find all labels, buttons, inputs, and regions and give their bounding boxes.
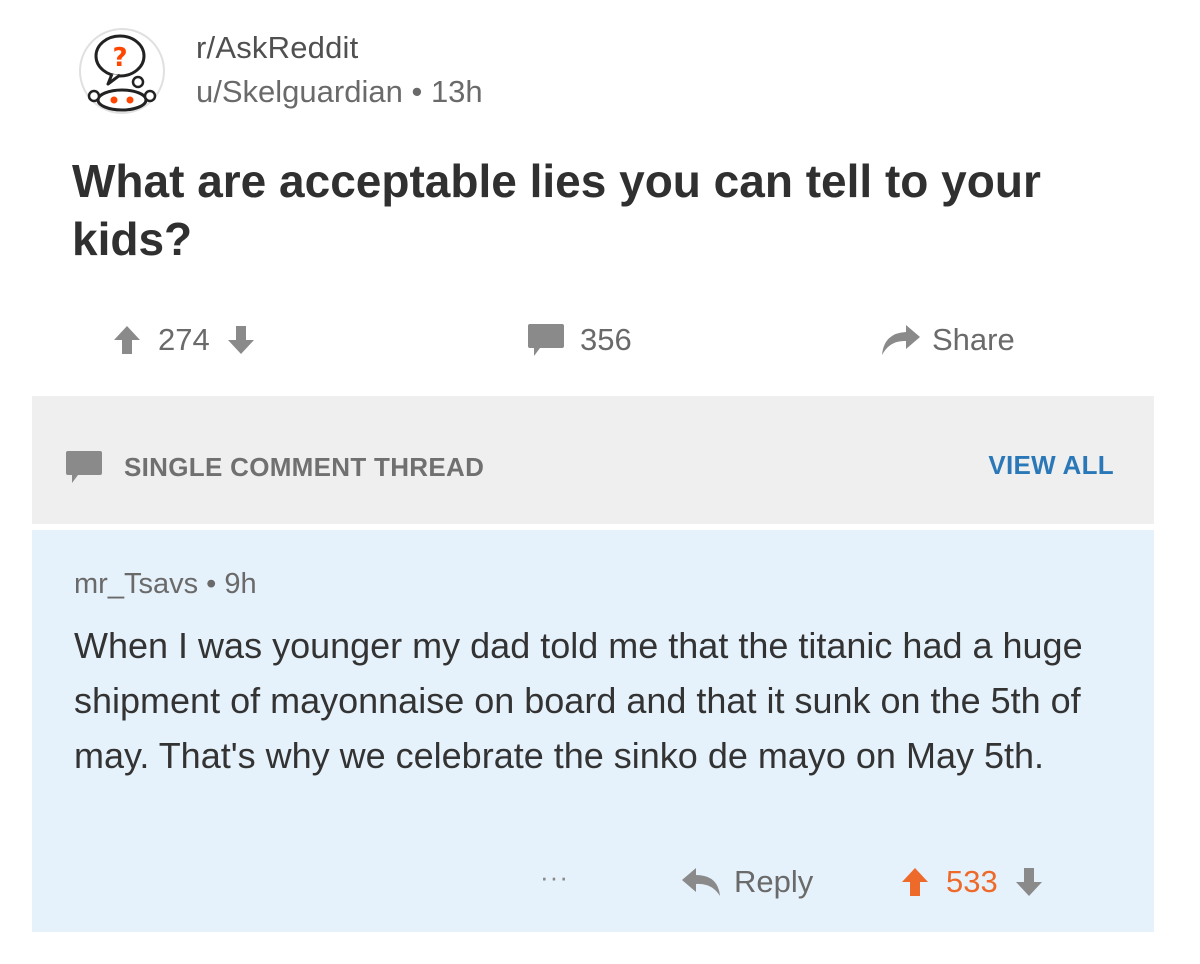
thread-label: SINGLE COMMENT THREAD (124, 451, 485, 482)
subreddit-name[interactable]: r/AskReddit (196, 30, 358, 66)
post-title[interactable]: What are acceptable lies you can tell to… (72, 152, 1132, 268)
comment-count: 356 (580, 322, 632, 357)
view-all-link[interactable]: VIEW ALL (988, 450, 1114, 481)
comment-author[interactable]: mr_Tsavs (74, 568, 198, 600)
share-button[interactable]: Share (878, 318, 1015, 362)
comment-score: 533 (946, 864, 998, 899)
comment-age: 9h (224, 568, 257, 600)
reply-button[interactable]: Reply (680, 864, 813, 900)
comment-bubble-icon (526, 321, 566, 359)
meta-separator: • (206, 568, 217, 600)
downvote-arrow-icon[interactable] (1014, 866, 1044, 898)
thread-header: SINGLE COMMENT THREAD VIEW ALL (32, 396, 1154, 524)
share-label: Share (932, 322, 1015, 357)
comments-button[interactable]: 356 (526, 318, 632, 362)
post-score: 274 (158, 322, 210, 357)
reply-arrow-icon (680, 866, 724, 898)
upvote-arrow-icon[interactable] (112, 324, 142, 356)
post-header: ? r/AskReddit u/Skelguardian • 13h (78, 26, 678, 126)
post-age: 13h (430, 74, 483, 109)
post-action-bar: 274 356 Share (0, 312, 1200, 368)
upvote-arrow-icon[interactable] (900, 866, 930, 898)
share-arrow-icon (878, 323, 922, 357)
downvote-arrow-icon[interactable] (226, 324, 256, 356)
reply-label: Reply (734, 864, 814, 899)
comment: mr_Tsavs • 9h When I was younger my dad … (32, 530, 1154, 932)
comment-bubble-icon (64, 448, 104, 486)
comment-actions: ··· Reply 533 (32, 860, 1154, 910)
comment-vote-group: 533 (900, 864, 1044, 900)
post-vote-group: 274 (112, 318, 256, 362)
meta-separator: • (411, 74, 423, 109)
thread-title: SINGLE COMMENT THREAD (64, 448, 484, 486)
more-options-button[interactable]: ··· (540, 862, 569, 893)
post-meta: u/Skelguardian • 13h (196, 74, 483, 110)
comment-meta: mr_Tsavs • 9h (74, 568, 257, 601)
svg-text:?: ? (112, 43, 127, 73)
askreddit-avatar-icon[interactable]: ? (78, 26, 166, 116)
post-author[interactable]: u/Skelguardian (196, 74, 403, 109)
comment-body: When I was younger my dad told me that t… (74, 625, 1083, 776)
